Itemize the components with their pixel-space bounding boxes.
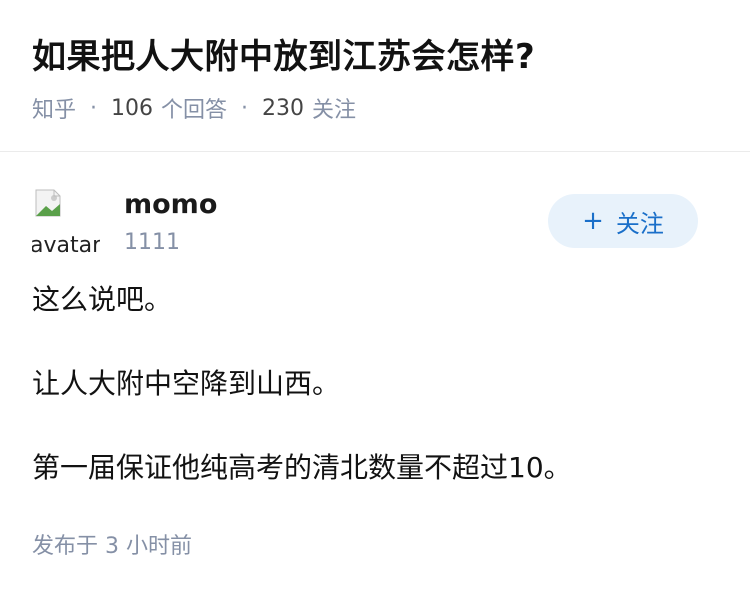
follower-count: 230 [262,95,305,121]
publish-time: 发布于 3 小时前 [32,534,192,559]
author-subtitle: 1111 [124,230,180,255]
plus-icon: + [582,206,604,236]
question-header: 如果把人大附中放到江苏会怎样? 知乎 · 106 个回答 · 230 关注 [0,0,750,123]
answer-card: avatar momo 1111 + 关注 这么说吧。 让人大附中空降到山西。 … [0,186,750,562]
question-title[interactable]: 如果把人大附中放到江苏会怎样? [32,32,718,82]
answer-paragraph: 让人大附中空降到山西。 [32,367,341,400]
author-row: avatar momo 1111 + 关注 [32,186,718,278]
answer-paragraph: 第一届保证他纯高考的清北数量不超过10。 [32,451,572,484]
avatar-alt-text: avatar [32,233,100,254]
author-name[interactable]: momo [124,186,217,224]
header-divider [0,151,750,152]
avatar[interactable]: avatar [32,186,100,254]
follow-button[interactable]: + 关注 [548,194,698,248]
meta-separator: · [90,95,98,121]
meta-separator-2: · [241,95,249,121]
follower-count-label: 关注 [312,98,357,123]
source-label[interactable]: 知乎 [32,92,76,124]
follow-button-label: 关注 [615,209,664,238]
broken-image-icon: avatar [32,186,100,254]
answer-count-label[interactable]: 个回答 [161,92,227,124]
answer-count: 106 [111,95,154,121]
question-meta: 知乎 · 106 个回答 · 230 关注 [32,92,718,124]
answer-content[interactable]: 这么说吧。 让人大附中空降到山西。 第一届保证他纯高考的清北数量不超过10。 [32,280,718,488]
answer-paragraph: 这么说吧。 [32,283,173,316]
